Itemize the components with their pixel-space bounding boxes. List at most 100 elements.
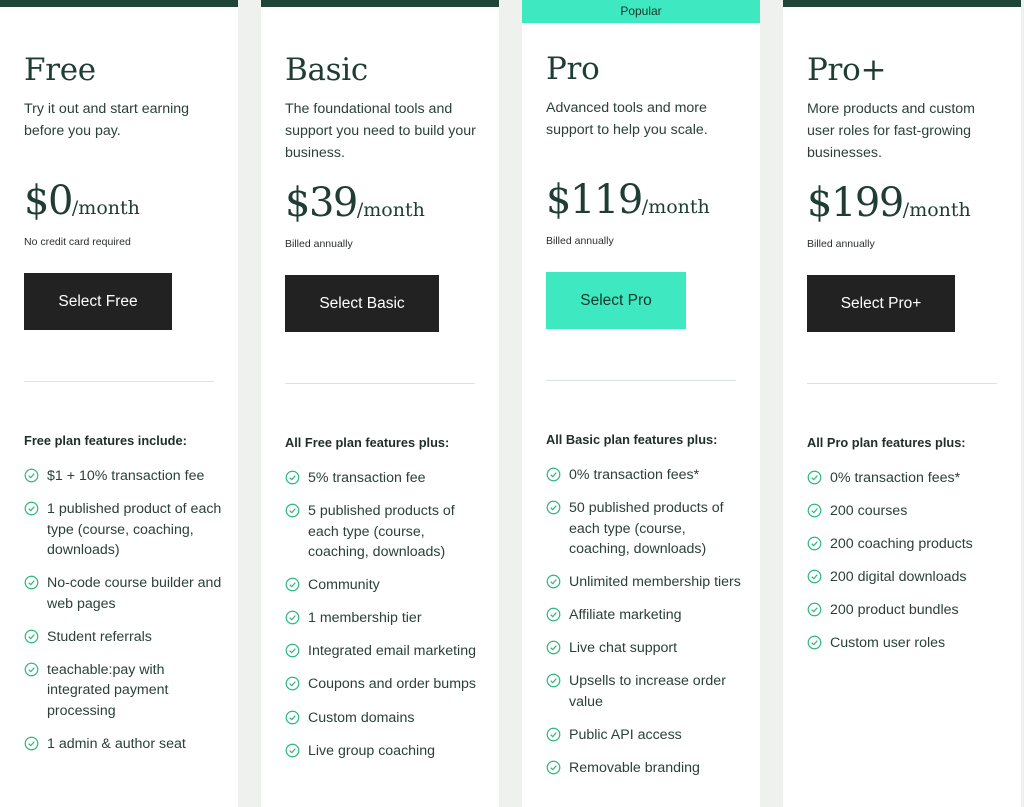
check-circle-icon (285, 610, 300, 625)
feature-list: 5% transaction fee 5 published products … (285, 468, 485, 774)
divider (285, 383, 475, 384)
feature-text: 200 courses (830, 503, 908, 520)
select-basic-button[interactable]: Select Basic (285, 275, 439, 332)
feature-text: 5 published products of each type (cours… (308, 503, 455, 561)
feature-text: Custom domains (308, 709, 415, 726)
price: $119/month (546, 177, 710, 223)
divider (24, 381, 214, 382)
select-free-button[interactable]: Select Free (24, 273, 172, 330)
feature-list: 0% transaction fees* 200 courses 200 coa… (807, 468, 1007, 667)
feature-text: 200 product bundles (830, 602, 959, 619)
check-circle-icon (807, 636, 822, 650)
price: $0/month (24, 178, 140, 224)
divider (807, 383, 997, 384)
feature-item: teachable:pay with integrated payment pr… (24, 660, 224, 722)
feature-item: 0% transaction fees* (807, 468, 1007, 489)
feature-item: 200 digital downloads (807, 567, 1007, 588)
feature-item: 1 membership tier (285, 608, 485, 629)
check-circle-icon (546, 500, 561, 515)
price-note: No credit card required (24, 236, 131, 248)
feature-text: Live chat support (569, 640, 678, 657)
feature-item: Custom user roles (807, 633, 1007, 654)
features-heading: All Pro plan features plus: (807, 435, 966, 450)
check-circle-icon (24, 662, 39, 677)
feature-item: Coupons and order bumps (285, 674, 485, 695)
feature-list: 0% transaction fees* 50 published produc… (546, 465, 746, 791)
check-circle-icon (285, 470, 300, 485)
check-circle-icon (546, 607, 561, 622)
feature-item: Affiliate marketing (546, 605, 746, 626)
card-top-accent (783, 0, 1021, 7)
feature-text: 0% transaction fees* (569, 467, 700, 483)
check-circle-icon (24, 736, 39, 751)
feature-item: Student referrals (24, 627, 224, 648)
feature-text: 200 coaching products (830, 536, 973, 553)
plan-name: Free (24, 52, 96, 88)
price-amount: $39 (285, 180, 358, 226)
feature-item: Custom domains (285, 708, 485, 729)
check-circle-icon (285, 710, 300, 724)
check-circle-icon (285, 503, 300, 518)
plan-card-basic: Basic The foundational tools and support… (261, 0, 499, 807)
feature-text: No-code course builder and web pages (47, 575, 222, 612)
feature-text: Unlimited membership tiers (569, 574, 741, 591)
feature-text: 1 admin & author seat (47, 735, 186, 752)
features-heading: Free plan features include: (24, 433, 187, 448)
card-top-accent (0, 0, 238, 7)
feature-text: 1 membership tier (308, 610, 422, 627)
feature-item: Community (285, 575, 485, 596)
feature-item: 5% transaction fee (285, 468, 485, 489)
feature-item: 1 admin & author seat (24, 734, 224, 755)
plan-description: Try it out and start earning before you … (24, 101, 190, 139)
card-top-accent (261, 0, 499, 7)
feature-item: 200 courses (807, 501, 1007, 522)
feature-text: Custom user roles (830, 635, 946, 652)
price-note: Billed annually (807, 238, 875, 250)
check-circle-icon (807, 602, 822, 617)
feature-item: $1 + 10% transaction fee (24, 466, 224, 487)
feature-item: 200 product bundles (807, 600, 1007, 621)
feature-item: 1 published product of each type (course… (24, 499, 224, 561)
check-circle-icon (285, 743, 300, 758)
plan-card-pro-plus: Pro+ More products and custom user roles… (783, 0, 1021, 807)
price-amount: $0 (24, 178, 73, 224)
plan-card-pro: Popular Pro Advanced tools and more supp… (522, 0, 760, 807)
select-pro-button[interactable]: Select Pro (546, 272, 686, 329)
feature-text: 0% transaction fees* (830, 470, 961, 486)
check-circle-icon (546, 674, 561, 688)
divider (546, 380, 736, 381)
check-circle-icon (24, 501, 39, 516)
check-circle-icon (285, 677, 300, 691)
plan-description: More products and custom user roles for … (807, 101, 975, 161)
feature-text: Community (308, 577, 380, 594)
feature-text: Coupons and order bumps (308, 676, 476, 693)
plan-name: Pro+ (807, 52, 887, 88)
feature-text: teachable:pay with integrated payment pr… (47, 661, 169, 719)
feature-item: Removable branding (546, 758, 746, 779)
price-amount: $119 (546, 177, 643, 223)
plan-name: Pro (546, 51, 600, 87)
feature-item: Unlimited membership tiers (546, 572, 746, 593)
feature-item: Live group coaching (285, 741, 485, 762)
features-heading: All Free plan features plus: (285, 435, 450, 450)
plan-description: The foundational tools and support you n… (285, 101, 476, 161)
check-circle-icon (24, 575, 39, 590)
check-circle-icon (546, 727, 561, 742)
feature-item: Live chat support (546, 638, 746, 659)
price: $39/month (285, 180, 425, 226)
feature-item: Upsells to increase order value (546, 671, 746, 712)
select-pro-plus-button[interactable]: Select Pro+ (807, 275, 955, 332)
feature-text: $1 + 10% transaction fee (47, 468, 205, 484)
plan-description: Advanced tools and more support to help … (546, 100, 708, 138)
check-circle-icon (24, 468, 39, 483)
check-circle-icon (546, 467, 561, 482)
check-circle-icon (285, 643, 300, 658)
check-circle-icon (807, 503, 822, 518)
check-circle-icon (285, 577, 300, 592)
feature-item: Integrated email marketing (285, 641, 485, 662)
feature-text: 5% transaction fee (308, 470, 426, 486)
check-circle-icon (807, 536, 822, 551)
feature-text: Public API access (569, 727, 682, 744)
price-period: /month (902, 199, 971, 221)
price-note: Billed annually (546, 235, 614, 247)
